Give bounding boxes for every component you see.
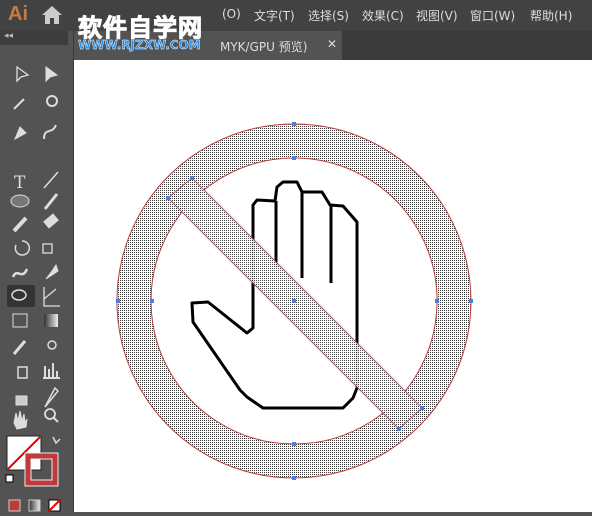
mesh-grid-icon	[12, 313, 28, 328]
menu-select[interactable]: 选择(S)	[308, 7, 349, 24]
artboard-canvas[interactable]	[74, 60, 592, 512]
app-logo: Ai	[8, 3, 28, 25]
eyedropper-tool-icon	[12, 340, 27, 355]
rotate-tool-icon	[14, 240, 31, 256]
pen-tool-icon	[13, 126, 27, 141]
line-segment-tool-icon	[43, 171, 59, 189]
artboard-tool-icon	[15, 395, 28, 406]
document-tab-label: MYK/GPU 预览)	[220, 40, 308, 54]
direct-selection-tool-icon	[45, 66, 59, 83]
watermark-url: WWW.RJZXW.COM	[78, 38, 201, 52]
paintbrush-tool-icon	[43, 193, 59, 210]
prohibition-artwork[interactable]	[74, 60, 592, 512]
eraser-tool-icon	[43, 213, 59, 229]
tool-icons: T	[5, 65, 61, 512]
curvature-tool-icon	[43, 124, 57, 140]
menu-object[interactable]: (O)	[222, 7, 241, 21]
magic-wand-tool-icon	[13, 98, 25, 110]
gradient-mode-icon[interactable]	[28, 499, 41, 512]
blend-tool-icon	[47, 340, 57, 350]
selection-tool-icon	[16, 65, 30, 83]
pencil-tool-icon	[12, 216, 28, 233]
menu-view[interactable]: 视图(V)	[416, 7, 458, 24]
menu-type[interactable]: 文字(T)	[254, 7, 295, 24]
color-mode-icon[interactable]	[8, 499, 21, 512]
hand-tool-icon	[13, 410, 28, 430]
gradient-tool-icon	[44, 314, 58, 327]
menu-effect[interactable]: 效果(C)	[362, 7, 404, 24]
swap-icon[interactable]	[52, 436, 61, 445]
type-tool-icon: T	[14, 173, 26, 193]
shape-builder-tool-selected[interactable]	[7, 285, 35, 307]
close-icon[interactable]: ✕	[327, 37, 337, 51]
menu-window[interactable]: 窗口(W)	[470, 7, 515, 24]
perspective-grid-tool-icon	[43, 287, 60, 307]
slice-tool-icon	[44, 386, 60, 408]
symbol-sprayer-tool-icon	[17, 366, 28, 379]
home-icon[interactable]	[40, 5, 64, 25]
lasso-tool-icon	[46, 95, 58, 107]
default-colors-icon[interactable]	[5, 474, 14, 483]
column-graph-tool-icon	[43, 363, 60, 379]
puppet-warp-tool-icon	[45, 263, 59, 280]
warp-tool-icon	[11, 268, 29, 278]
ellipse-tool-icon	[10, 194, 30, 208]
tools-panel: ◂◂ T	[0, 31, 74, 512]
menu-help[interactable]: 帮助(H)	[530, 7, 572, 24]
scale-tool-icon	[42, 243, 53, 254]
